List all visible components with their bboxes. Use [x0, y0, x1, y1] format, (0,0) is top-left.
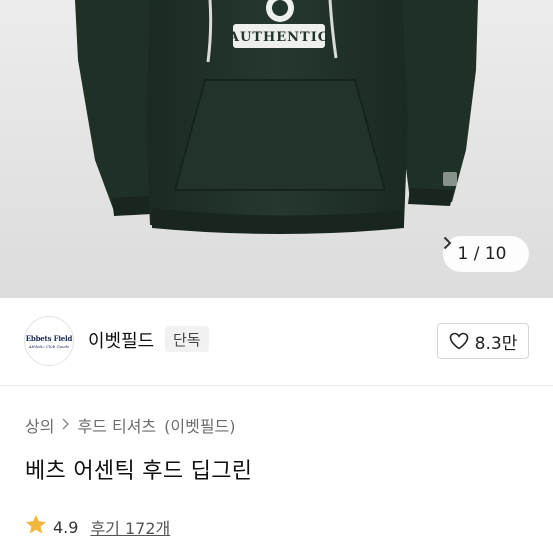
- image-counter[interactable]: 1 / 10: [443, 236, 529, 272]
- brand-logo[interactable]: Ebbets Field Athletic Club Goods: [24, 316, 74, 366]
- like-button[interactable]: 8.3만: [437, 323, 529, 359]
- breadcrumb-item[interactable]: 상의: [25, 413, 54, 437]
- patch-text: AUTHENTIC: [228, 30, 329, 45]
- reviews-link[interactable]: 후기 172개: [90, 515, 170, 539]
- product-image[interactable]: AUTHENTIC 1 / 10: [0, 0, 553, 298]
- heart-icon: [449, 332, 469, 350]
- exclusive-badge: 단독: [165, 326, 209, 352]
- counter-text: 1 / 10: [457, 244, 507, 264]
- brand-name[interactable]: 이벳필드: [88, 327, 154, 353]
- rating-score: 4.9: [53, 517, 79, 537]
- chevron-right-icon: [62, 416, 70, 434]
- brand-row: Ebbets Field Athletic Club Goods 이벳필드 단독…: [0, 298, 553, 386]
- breadcrumb-item[interactable]: (이벳필드): [164, 413, 235, 437]
- product-title: 베츠 어센틱 후드 딥그린: [25, 459, 253, 484]
- like-count: 8.3만: [474, 333, 518, 354]
- breadcrumb-item[interactable]: 후드 티셔츠: [77, 413, 156, 437]
- star-icon: [25, 514, 47, 540]
- rating: 4.9 후기 172개: [25, 514, 170, 540]
- breadcrumb: 상의 후드 티셔츠 (이벳필드): [25, 413, 236, 437]
